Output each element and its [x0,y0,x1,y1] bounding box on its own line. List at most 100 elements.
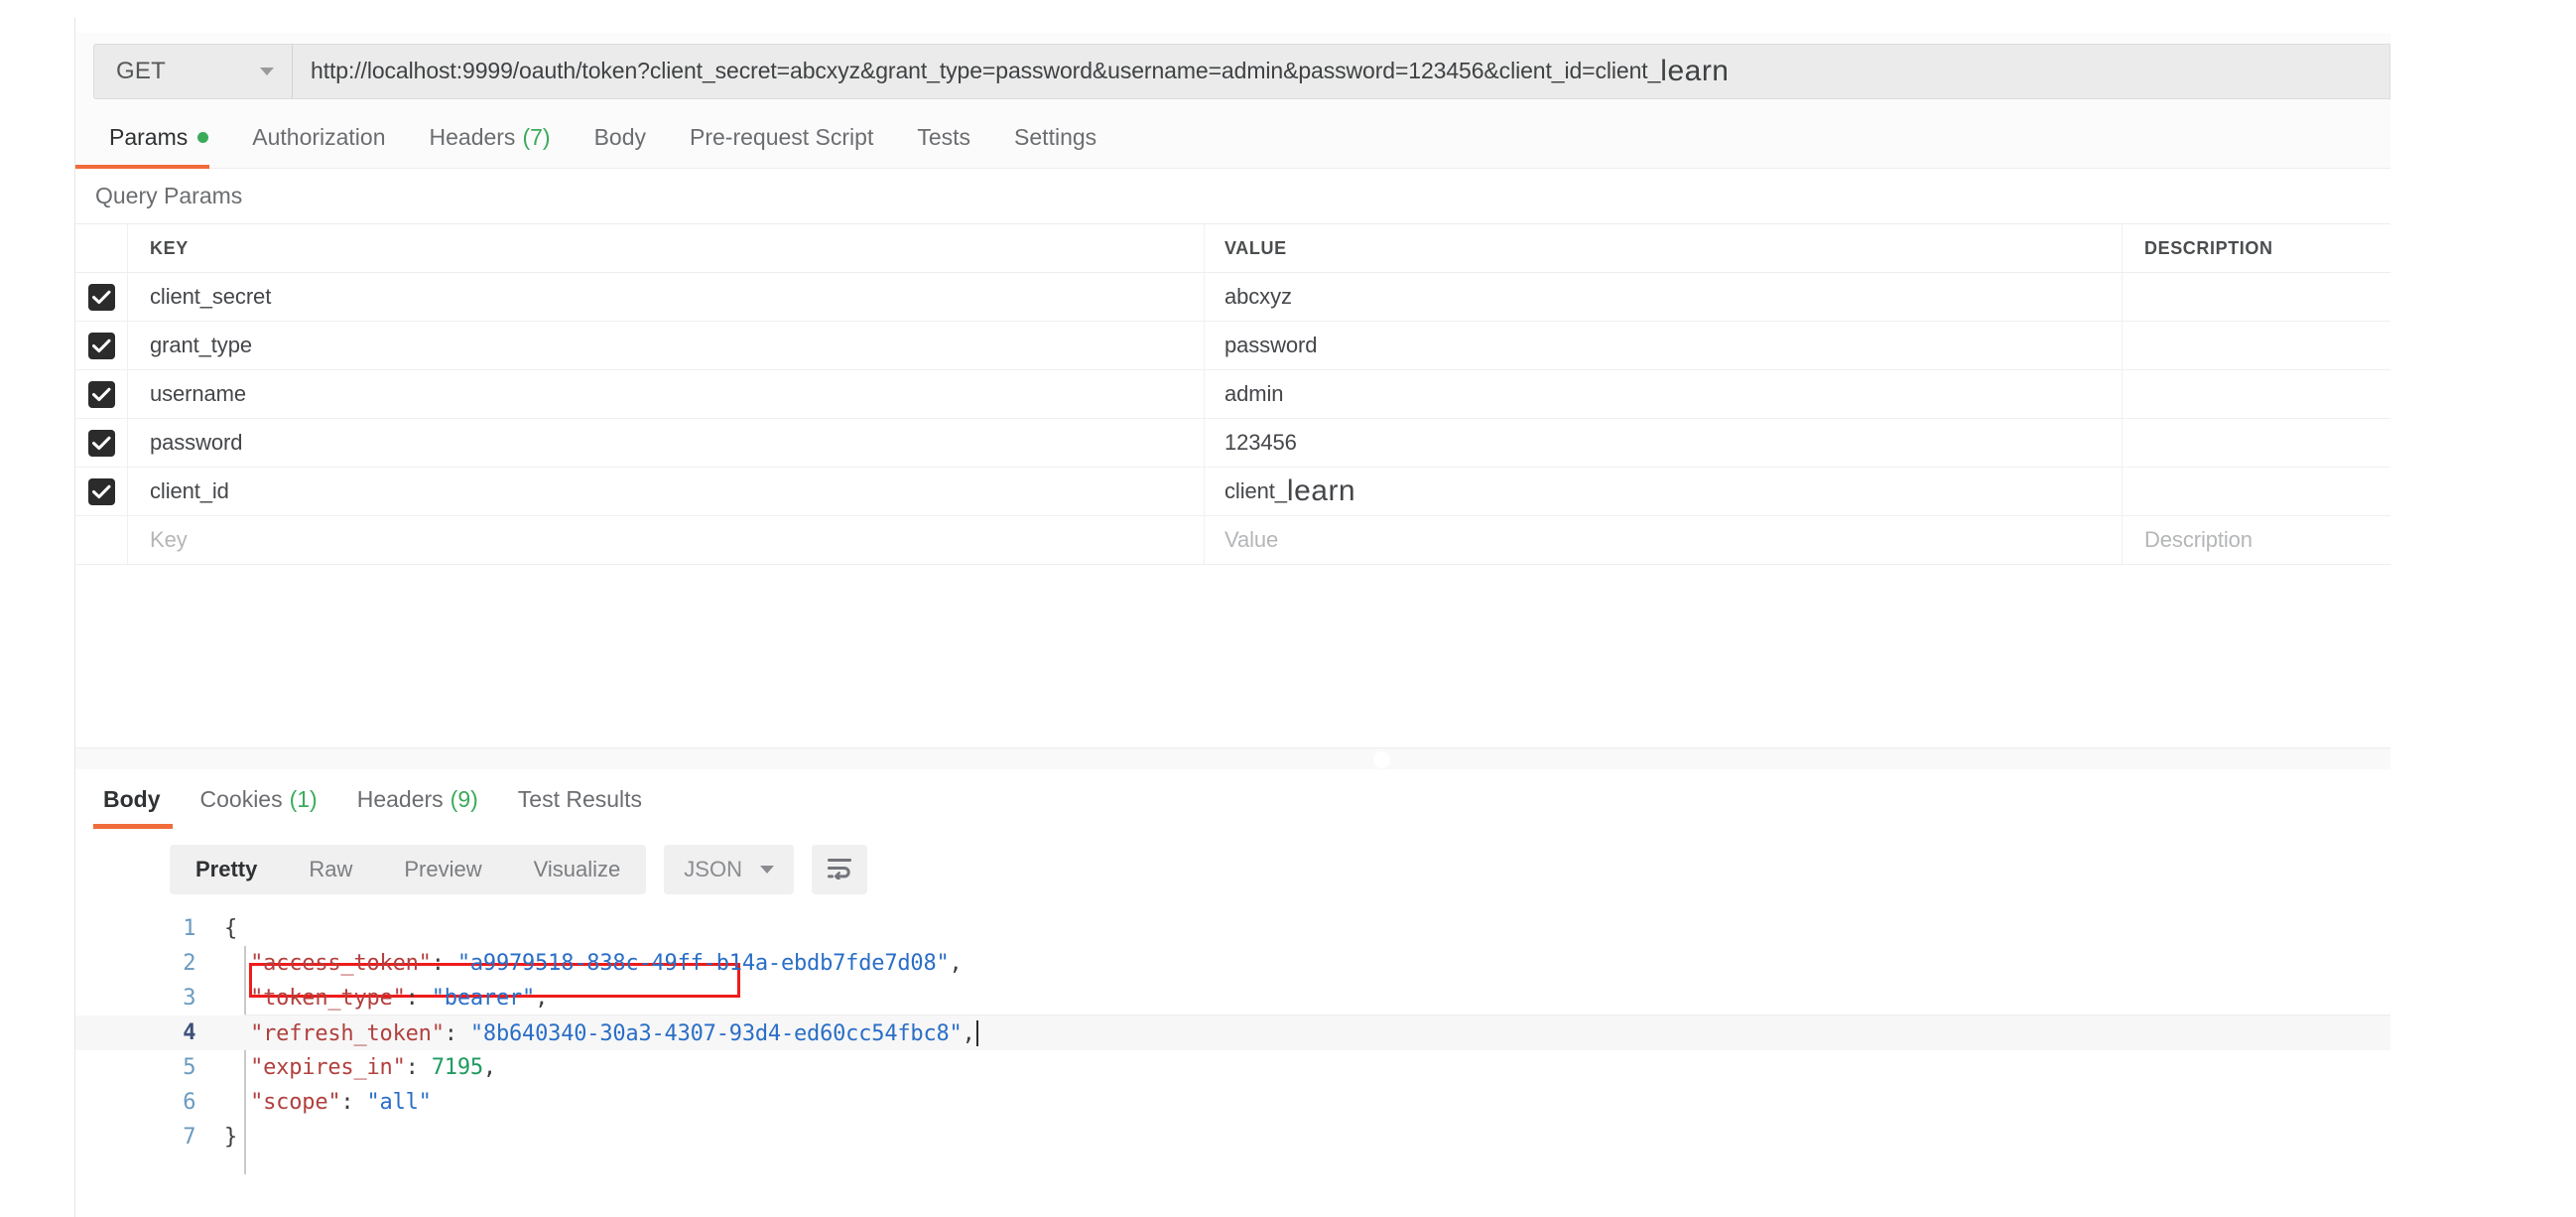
view-mode-visualize[interactable]: Visualize [508,845,647,894]
divider-handle-icon[interactable] [1373,751,1390,768]
table-row: client_id client_learn [75,468,2390,516]
code-token-key: "access_token" [224,951,432,976]
code-token-number: 7195 [431,1055,483,1080]
response-tab-test-results[interactable]: Test Results [498,769,662,829]
tab-tests-label: Tests [917,124,971,150]
code-token-punct: : [444,1020,470,1046]
view-mode-raw[interactable]: Raw [283,845,378,894]
param-value[interactable]: admin [1224,381,1284,407]
new-param-key-input[interactable]: Key [150,527,188,553]
response-tab-headers[interactable]: Headers (9) [337,769,498,829]
code-token-key: "expires_in" [224,1055,406,1080]
code-token-string: "a9979518-838c-49ff-b14a-ebdb7fde7d08" [456,951,950,976]
tab-settings[interactable]: Settings [992,107,1118,169]
param-key[interactable]: username [150,381,246,407]
line-number: 4 [183,1020,196,1045]
new-param-value-input[interactable]: Value [1224,527,1278,553]
tab-params[interactable]: Params [75,107,230,170]
param-key[interactable]: client_secret [150,284,271,310]
code-token-key: "scope" [224,1090,341,1115]
panel-resize-divider[interactable] [75,747,2390,771]
row-checkbox-cell [75,273,128,321]
param-value[interactable]: password [1224,333,1317,358]
table-header-row: KEY VALUE DESCRIPTION [75,224,2390,273]
tab-body[interactable]: Body [573,107,668,169]
tab-headers-count: (7) [522,124,551,150]
response-format-toolbar: Pretty Raw Preview Visualize JSON [75,832,2390,907]
http-method-selector[interactable]: GET [93,44,292,99]
param-enabled-checkbox[interactable] [87,332,115,359]
response-body-viewer[interactable]: 1 { 2 "access_token": "a9979518-838c-49f… [75,911,2390,1217]
request-tabs: Params Authorization Headers (7) Body Pr… [75,107,2390,170]
code-token-punct: : [431,951,457,976]
row-checkbox-cell [75,322,128,369]
code-token-punct: , [962,1020,975,1046]
param-value-main: client_ [1224,478,1287,503]
param-key[interactable]: password [150,430,242,456]
table-row: grant_type password [75,322,2390,370]
response-tab-body[interactable]: Body [83,769,181,829]
table-row: password 123456 [75,419,2390,468]
code-line: 3 "token_type": "bearer", [75,981,2390,1015]
code-token-string: "8b640340-30a3-4307-93d4-ed60cc54fbc8" [469,1020,963,1046]
line-number: 6 [183,1090,196,1115]
param-key[interactable]: grant_type [150,333,252,358]
response-tabs: Body Cookies (1) Headers (9) Test Result… [75,769,2390,829]
code-token: { [224,916,238,941]
param-value[interactable]: 123456 [1224,430,1297,456]
code-token-punct: : [405,986,432,1011]
response-tab-cookies[interactable]: Cookies (1) [181,769,337,829]
response-tab-body-label: Body [103,785,161,812]
tab-headers-label: Headers [429,124,516,150]
tab-body-label: Body [593,124,646,150]
param-enabled-checkbox[interactable] [87,477,115,505]
param-enabled-checkbox[interactable] [87,380,115,408]
url-input[interactable]: http://localhost:9999/oauth/token?client… [292,44,2390,99]
response-tab-test-results-label: Test Results [517,785,643,812]
param-enabled-checkbox[interactable] [87,283,115,311]
new-param-description-input[interactable]: Description [2144,527,2253,553]
tab-headers[interactable]: Headers (7) [408,107,573,169]
column-header-key: KEY [150,237,189,258]
response-language-selector[interactable]: JSON [664,845,794,894]
line-number: 7 [183,1125,196,1149]
line-number: 5 [183,1055,196,1080]
param-value[interactable]: client_learn [1224,474,1355,508]
code-line-active: 4 "refresh_token": "8b640340-30a3-4307-9… [75,1015,2390,1050]
param-value-suffix: learn [1286,474,1356,507]
word-wrap-icon [826,856,853,884]
active-response-tab-underline [93,824,173,829]
code-token-key: "refresh_token" [224,1020,445,1046]
chevron-down-icon [260,68,274,75]
view-mode-pretty[interactable]: Pretty [170,845,283,894]
param-value[interactable]: abcxyz [1224,284,1292,310]
word-wrap-toggle[interactable] [811,845,867,894]
line-number: 1 [183,916,196,941]
table-row: client_secret abcxyz [75,273,2390,322]
url-text: http://localhost:9999/oauth/token?client… [311,55,1730,88]
param-key[interactable]: client_id [150,478,229,504]
tab-pre-request-script[interactable]: Pre-request Script [668,107,895,169]
tab-pre-request-script-label: Pre-request Script [690,124,874,150]
param-enabled-checkbox[interactable] [87,429,115,457]
table-row-empty: Key Value Description [75,516,2390,565]
response-tab-cookies-count: (1) [289,785,318,812]
http-method-label: GET [116,58,166,84]
row-checkbox-cell [75,468,128,515]
response-language-label: JSON [684,857,742,881]
tab-tests[interactable]: Tests [895,107,992,169]
tab-authorization[interactable]: Authorization [230,107,407,169]
view-mode-preview[interactable]: Preview [378,845,507,894]
code-line: 2 "access_token": "a9979518-838c-49ff-b1… [75,946,2390,981]
response-tab-headers-label: Headers [356,785,444,812]
response-view-mode-group: Pretty Raw Preview Visualize [170,845,647,894]
code-token-punct: , [949,951,963,976]
row-checkbox-cell [75,419,128,467]
url-text-suffix: learn [1660,55,1730,87]
url-bar-container: GET http://localhost:9999/oauth/token?cl… [75,33,2390,108]
code-line: 5 "expires_in": 7195, [75,1050,2390,1085]
code-line: 1 { [75,911,2390,946]
row-checkbox-cell [75,370,128,418]
table-row: username admin [75,370,2390,419]
column-header-description: DESCRIPTION [2144,237,2273,258]
